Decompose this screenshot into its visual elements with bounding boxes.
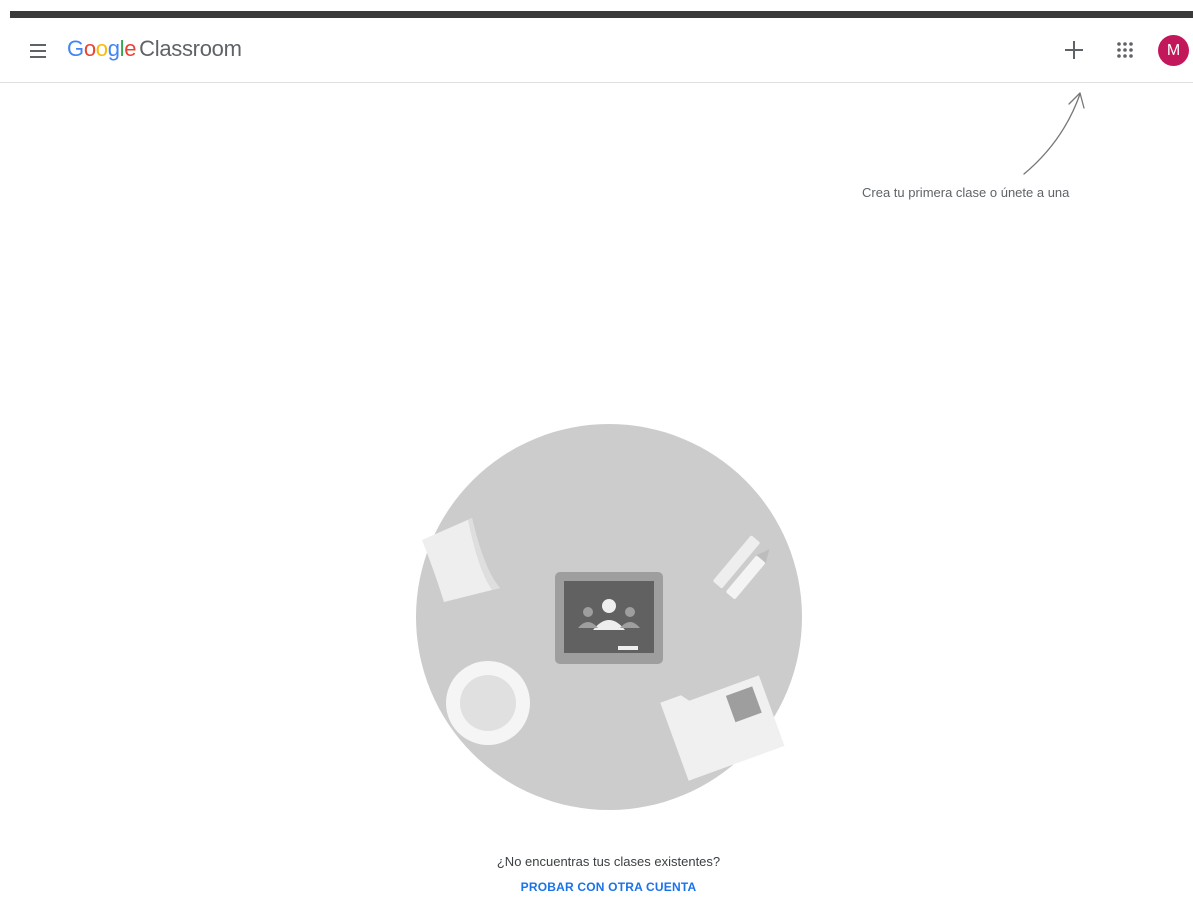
avatar-initial: M (1166, 41, 1181, 59)
hamburger-menu-icon (30, 44, 46, 58)
google-wordmark-letter: o (95, 36, 108, 61)
plus-icon (1065, 41, 1083, 59)
google-wordmark-letter: g (107, 36, 120, 61)
classroom-board-icon (555, 572, 663, 664)
google-apps-button[interactable] (1107, 32, 1143, 68)
app-header: Google Classroom M (0, 18, 1193, 83)
main-menu-button[interactable] (24, 35, 56, 67)
try-another-account-link[interactable]: PROBAR CON OTRA CUENTA (0, 880, 1193, 894)
google-wordmark-letter: G (67, 36, 84, 61)
account-avatar[interactable]: M (1158, 35, 1189, 66)
google-wordmark: Google (67, 36, 136, 62)
first-class-hint: Crea tu primera clase o únete a una (862, 185, 1070, 200)
missing-classes-text: ¿No encuentras tus clases existentes? (496, 854, 721, 869)
product-name: Classroom (139, 36, 242, 61)
hand-drawn-arrow-icon (1023, 92, 1085, 175)
coffee-cup-icon (446, 661, 530, 745)
create-or-join-class-button[interactable] (1056, 32, 1092, 68)
apps-grid-icon (1117, 42, 1133, 58)
window-top-strip (10, 11, 1193, 18)
google-wordmark-letter: e (124, 36, 137, 61)
app-logo[interactable]: Google Classroom (67, 36, 242, 66)
google-wordmark-letter: o (83, 36, 96, 61)
classroom-table-illustration (416, 424, 802, 810)
